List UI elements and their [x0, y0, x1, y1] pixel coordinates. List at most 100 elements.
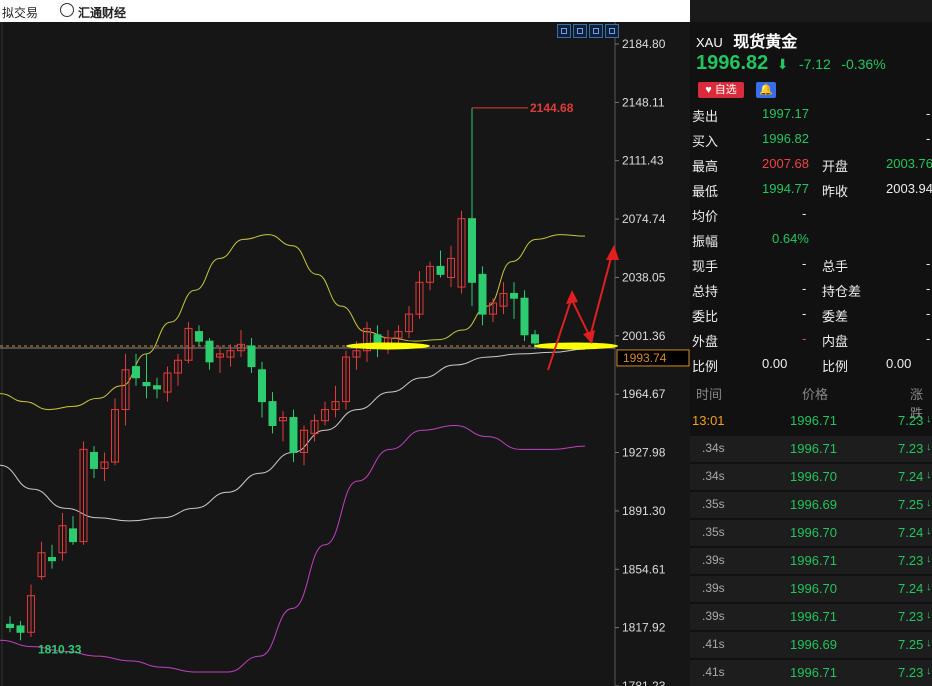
- red-arrow-line: [589, 253, 613, 338]
- trade-price: 1996.70: [790, 581, 837, 596]
- candle-body: [195, 331, 203, 342]
- trade-price: 1996.69: [790, 637, 837, 652]
- axis-label: 1927.98: [622, 446, 666, 460]
- arrow-down-icon: ↓: [926, 413, 932, 425]
- quote-label: 买入: [692, 134, 719, 149]
- arrow-down-icon: ↓: [926, 525, 932, 537]
- trade-row: .39s 1996.70 7.24 ↓: [690, 576, 932, 602]
- quote-label: 最低: [692, 184, 719, 199]
- trade-time: .39s: [702, 553, 725, 567]
- bell-icon[interactable]: 🔔: [756, 82, 776, 98]
- header-price: 价格: [802, 387, 829, 402]
- candle-body: [16, 625, 25, 633]
- trade-price: 1996.71: [790, 413, 837, 428]
- quote-label: 持仓差: [822, 284, 862, 299]
- quote-label: 昨收: [822, 184, 849, 199]
- trade-row: .35s 1996.69 7.25 ↓: [690, 492, 932, 518]
- trade-time: .34s: [702, 469, 725, 483]
- quote-label: 振幅: [692, 234, 719, 249]
- candle-body: [258, 369, 266, 403]
- candle-body: [142, 382, 151, 387]
- trade-change: 7.25: [898, 497, 924, 512]
- tab-fx678[interactable]: 汇通财经: [78, 4, 126, 21]
- quote-label: 内盘: [822, 334, 849, 349]
- quote-value: -: [802, 206, 807, 221]
- quote-value: -: [802, 281, 807, 296]
- quote-label: 外盘: [692, 334, 719, 349]
- trade-change: 7.23: [898, 665, 924, 680]
- trade-row: .34s 1996.71 7.23 ↓: [690, 436, 932, 462]
- red-arrow-line: [571, 299, 591, 338]
- trade-change: 7.24: [898, 469, 924, 484]
- highlight-ellipse: [534, 342, 618, 350]
- trade-price: 1996.71: [790, 665, 837, 680]
- candle-body: [520, 297, 529, 336]
- quote-value: 1996.82: [762, 131, 809, 146]
- quote-value: 2003.94: [886, 181, 932, 196]
- quote-value: -: [926, 306, 931, 321]
- trade-change: 7.23: [898, 553, 924, 568]
- crosshair-icon[interactable]: [557, 24, 571, 38]
- trade-time: .41s: [702, 665, 725, 679]
- quote-label: 委差: [822, 309, 849, 324]
- favorite-label: 自选: [714, 84, 737, 96]
- price-change: -7.12: [798, 56, 831, 72]
- arrow-down-icon: ↓: [926, 665, 932, 677]
- quote-value: 1994.77: [762, 181, 809, 196]
- candle-body: [48, 557, 56, 562]
- axis-label: 1854.61: [622, 562, 666, 576]
- trade-row: .34s 1996.70 7.24 ↓: [690, 464, 932, 490]
- trade-time: .35s: [702, 525, 725, 539]
- candlestick-chart[interactable]: 2184.80 2148.11 2111.43 2074.74 2038.05 2001.…: [0, 22, 690, 686]
- zoom-icon[interactable]: [573, 24, 587, 38]
- symbol-name: 现货黄金: [733, 34, 798, 51]
- trade-time: .35s: [702, 497, 725, 511]
- quote-value: -: [926, 131, 931, 146]
- trade-change: 7.23: [898, 441, 924, 456]
- low-price-label: 1810.33: [38, 643, 82, 657]
- candle-body: [6, 623, 14, 629]
- quote-label: 均价: [692, 209, 719, 224]
- trade-row: .39s 1996.71 7.23 ↓: [690, 548, 932, 574]
- quote-value: -: [802, 256, 807, 271]
- candle-body: [510, 292, 518, 299]
- chart-canvas[interactable]: 2184.80 2148.11 2111.43 2074.74 2038.05 2001.…: [0, 22, 690, 686]
- bollinger-upper-line: [0, 234, 586, 411]
- arrow-down-icon: ↓: [926, 581, 932, 593]
- axis-label: 1891.30: [622, 504, 666, 518]
- axis-label: 2001.36: [622, 329, 666, 343]
- candle-body: [69, 528, 77, 543]
- trade-price: 1996.70: [790, 525, 837, 540]
- axis-label: 2184.80: [622, 37, 666, 51]
- axis-label: 1964.67: [622, 387, 666, 401]
- indicator-icon[interactable]: [589, 24, 603, 38]
- trade-time: .39s: [702, 609, 725, 623]
- add-favorite-button[interactable]: ♥ 自选: [698, 82, 744, 98]
- high-price-label: 2144.68: [530, 101, 574, 115]
- quote-value: 0.00: [886, 356, 912, 371]
- quote-label: 总手: [822, 259, 849, 274]
- symbol-code: XAU: [696, 35, 723, 50]
- candle-body: [468, 218, 476, 283]
- red-arrow-head: [606, 245, 619, 260]
- candle-body: [247, 345, 256, 368]
- top-bar: 拟交易 汇通财经: [0, 0, 690, 22]
- trade-change: 7.23: [898, 609, 924, 624]
- quote-label: 比例: [692, 359, 719, 374]
- price-row: 1996.82 ⬇ -7.12 -0.36%: [696, 52, 886, 75]
- candle-body: [531, 334, 539, 344]
- current-price-label: 1993.74: [623, 351, 667, 365]
- red-arrow-line: [547, 296, 573, 371]
- trade-price: 1996.70: [790, 469, 837, 484]
- candle-body: [289, 417, 298, 454]
- trade-change: 7.23: [898, 413, 924, 428]
- quote-label: 现手: [692, 259, 719, 274]
- trade-time: 13:01: [692, 413, 725, 428]
- trade-change: 7.24: [898, 581, 924, 596]
- trade-price: 1996.69: [790, 497, 837, 512]
- expand-icon[interactable]: [605, 24, 619, 38]
- quote-label: 总持: [692, 284, 719, 299]
- symbol-header: XAU 现货黄金: [696, 28, 797, 52]
- red-arrow-head: [583, 330, 595, 344]
- tab-simulated-trading[interactable]: 拟交易: [2, 4, 38, 21]
